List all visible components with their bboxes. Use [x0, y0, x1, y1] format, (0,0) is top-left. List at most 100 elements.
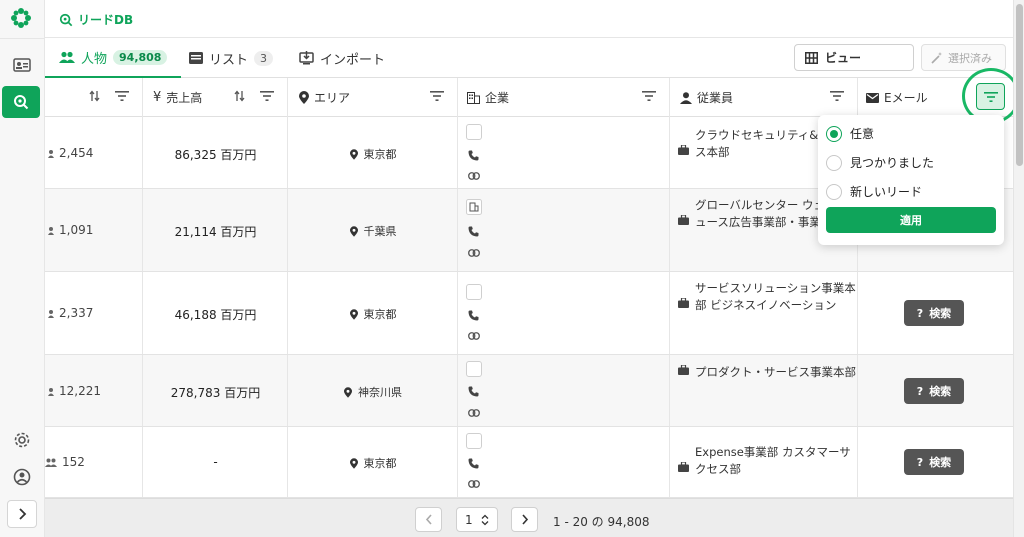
- tab-import[interactable]: インポート: [285, 38, 399, 78]
- radio-selected[interactable]: [826, 125, 842, 142]
- area-value: 東京都: [363, 457, 397, 470]
- contact-card-icon: [13, 58, 31, 72]
- filter-icon[interactable]: [430, 90, 444, 102]
- phone-icon[interactable]: [468, 310, 479, 321]
- phone-icon[interactable]: [468, 226, 479, 237]
- email-filter-popup: 任意 見つかりました 新しいリード 適用: [818, 115, 1004, 245]
- apply-filter-button[interactable]: 適用: [826, 207, 996, 233]
- email-search-button[interactable]: ? 検索: [904, 300, 964, 326]
- area-value: 神奈川県: [358, 386, 402, 399]
- cell-revenue: -: [143, 427, 288, 497]
- cell-email: ? 検索: [858, 272, 1013, 354]
- header-employee: 従業員: [670, 78, 858, 117]
- revenue-value: 86,325 百万円: [174, 148, 257, 162]
- tabs-bar: 人物 94,808 リスト 3 インポート ビュー 選択済み: [45, 38, 1014, 78]
- filter-option-new-lead[interactable]: 新しいリード: [826, 183, 922, 200]
- lead-db-nav[interactable]: [2, 86, 40, 118]
- employees-count: 12,221: [59, 384, 101, 398]
- people-icon: [48, 149, 54, 158]
- scrollbar[interactable]: [1013, 0, 1024, 537]
- cell-employees: 1,091: [45, 189, 143, 271]
- cell-area: 千葉県: [288, 189, 458, 271]
- table-row[interactable]: 2,337 46,188 百万円 東京都 サービスソリューション事業本部 ビジネ…: [45, 272, 1013, 355]
- phone-icon[interactable]: [468, 386, 479, 397]
- app-logo-icon[interactable]: [10, 7, 32, 29]
- link-icon[interactable]: [468, 332, 480, 340]
- link-icon[interactable]: [468, 249, 480, 257]
- search-button-label: 検索: [929, 385, 952, 398]
- department-value: サービスソリューション事業本部 ビジネスイノベーション: [695, 281, 856, 312]
- link-icon[interactable]: [468, 172, 480, 180]
- link-icon[interactable]: [468, 480, 480, 488]
- tab-people-label: 人物: [81, 51, 108, 67]
- pagination-info: 1 - 20 の 94,808: [553, 515, 650, 529]
- import-icon: [299, 51, 314, 65]
- people-icon: [45, 458, 57, 467]
- phone-icon[interactable]: [468, 458, 479, 469]
- next-page-button[interactable]: [511, 507, 538, 532]
- magic-wand-icon: [931, 51, 943, 64]
- table-row[interactable]: 152 - 東京都 Expense事業部 カスタマーサクセス部 ? 検索: [45, 427, 1013, 498]
- cell-employees: 2,454: [45, 117, 143, 188]
- chevron-left-icon: [425, 514, 432, 525]
- header-employees-count: [45, 78, 143, 117]
- company-logo-placeholder: [466, 433, 482, 449]
- header-company-label: 企業: [485, 91, 510, 105]
- filter-icon[interactable]: [830, 90, 844, 102]
- selected-actions-button[interactable]: 選択済み: [921, 44, 1006, 71]
- filter-option-any[interactable]: 任意: [826, 125, 874, 142]
- prev-page-button[interactable]: [415, 507, 442, 532]
- email-search-button[interactable]: ? 検索: [904, 378, 964, 404]
- lead-search-icon: [59, 13, 73, 26]
- filter-option-found[interactable]: 見つかりました: [826, 154, 934, 171]
- view-button[interactable]: ビュー: [794, 44, 914, 71]
- expand-sidebar-button[interactable]: [7, 500, 37, 528]
- header-employee-label: 従業員: [697, 91, 734, 105]
- briefcase-icon: [678, 462, 689, 472]
- filter-icon[interactable]: [115, 90, 129, 102]
- account-nav[interactable]: [6, 463, 38, 491]
- cell-revenue: 86,325 百万円: [143, 117, 288, 188]
- radio-unselected[interactable]: [826, 154, 842, 171]
- email-search-button[interactable]: ? 検索: [904, 449, 964, 475]
- sort-icon[interactable]: [234, 90, 245, 102]
- revenue-value: 21,114 百万円: [174, 225, 257, 239]
- scrollbar-thumb[interactable]: [1016, 4, 1023, 166]
- filter-icon[interactable]: [642, 90, 656, 102]
- grid-icon: [805, 51, 818, 64]
- settings-nav[interactable]: [6, 426, 38, 454]
- company-logo-placeholder: [466, 361, 482, 377]
- lead-search-icon: [14, 95, 29, 110]
- link-icon[interactable]: [468, 409, 480, 417]
- cell-employees: 12,221: [45, 355, 143, 426]
- radio-unselected[interactable]: [826, 183, 842, 200]
- cell-company: [458, 355, 670, 426]
- filter-option-label: 任意: [850, 127, 875, 141]
- tab-import-label: インポート: [320, 52, 386, 68]
- phone-icon[interactable]: [468, 150, 479, 161]
- tab-people[interactable]: 人物 94,808: [45, 38, 182, 78]
- area-value: 東京都: [363, 148, 397, 161]
- sort-icon[interactable]: [89, 90, 100, 102]
- briefcase-icon: [678, 298, 689, 308]
- gear-icon: [14, 432, 30, 448]
- header-company: 企業: [458, 78, 670, 117]
- contact-card-nav[interactable]: [6, 51, 38, 79]
- question-icon: ?: [916, 384, 924, 398]
- filter-icon[interactable]: [260, 90, 274, 102]
- page-number: 1: [465, 512, 473, 527]
- location-pin-icon: [349, 308, 358, 320]
- filter-option-label: 見つかりました: [850, 156, 935, 170]
- top-bar: リードDB: [45, 0, 1024, 38]
- revenue-value: 46,188 百万円: [174, 308, 257, 322]
- department-value: Expense事業部 カスタマーサクセス部: [695, 445, 851, 476]
- search-button-label: 検索: [929, 307, 952, 320]
- location-pin-icon: [349, 225, 358, 237]
- header-email-label: Eメール: [884, 91, 928, 105]
- list-icon: [189, 52, 203, 64]
- tab-lists[interactable]: リスト 3: [175, 38, 287, 78]
- page-select[interactable]: 1: [456, 507, 498, 532]
- chevron-right-icon: [19, 508, 27, 520]
- table-row[interactable]: 12,221 278,783 百万円 神奈川県 プロダクト・サービス事業本部 ?…: [45, 355, 1013, 427]
- employees-count: 1,091: [59, 223, 94, 237]
